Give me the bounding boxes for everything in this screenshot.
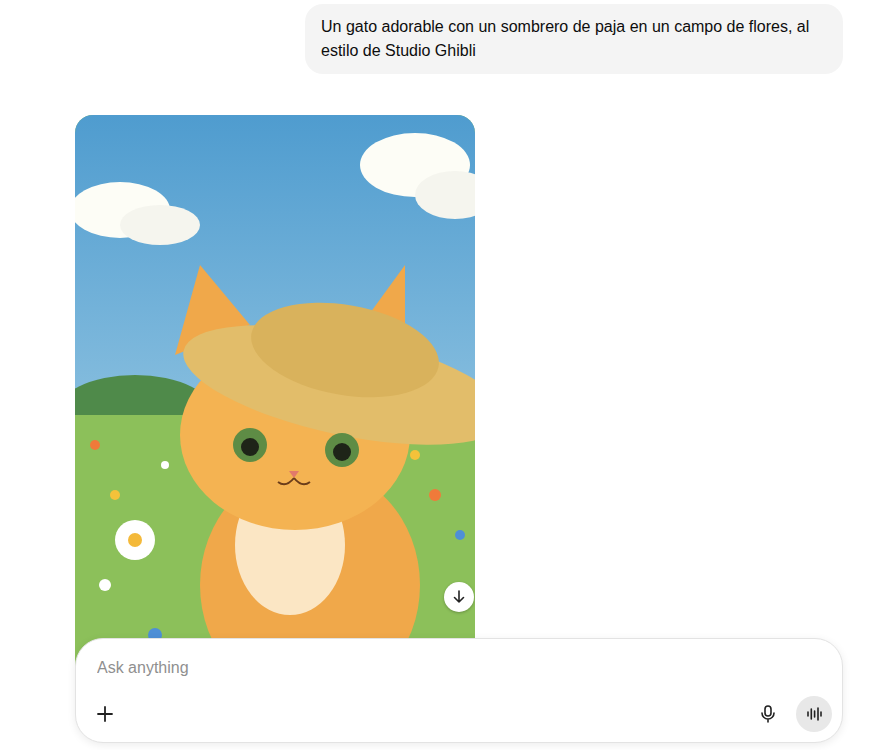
microphone-icon[interactable] bbox=[757, 703, 779, 725]
chat-page: Un gato adorable con un sombrero de paja… bbox=[0, 0, 886, 750]
user-message-row: Un gato adorable con un sombrero de paja… bbox=[75, 4, 843, 74]
add-icon[interactable] bbox=[94, 703, 116, 725]
message-thread: Un gato adorable con un sombrero de paja… bbox=[0, 0, 886, 715]
user-message: Un gato adorable con un sombrero de paja… bbox=[305, 4, 843, 74]
message-input[interactable] bbox=[97, 656, 821, 680]
composer-actions bbox=[757, 696, 832, 732]
composer bbox=[75, 638, 843, 743]
voice-mode-icon[interactable] bbox=[796, 696, 832, 732]
download-icon[interactable] bbox=[444, 582, 474, 612]
composer-toolbar bbox=[76, 696, 842, 742]
generated-image[interactable] bbox=[75, 115, 475, 715]
